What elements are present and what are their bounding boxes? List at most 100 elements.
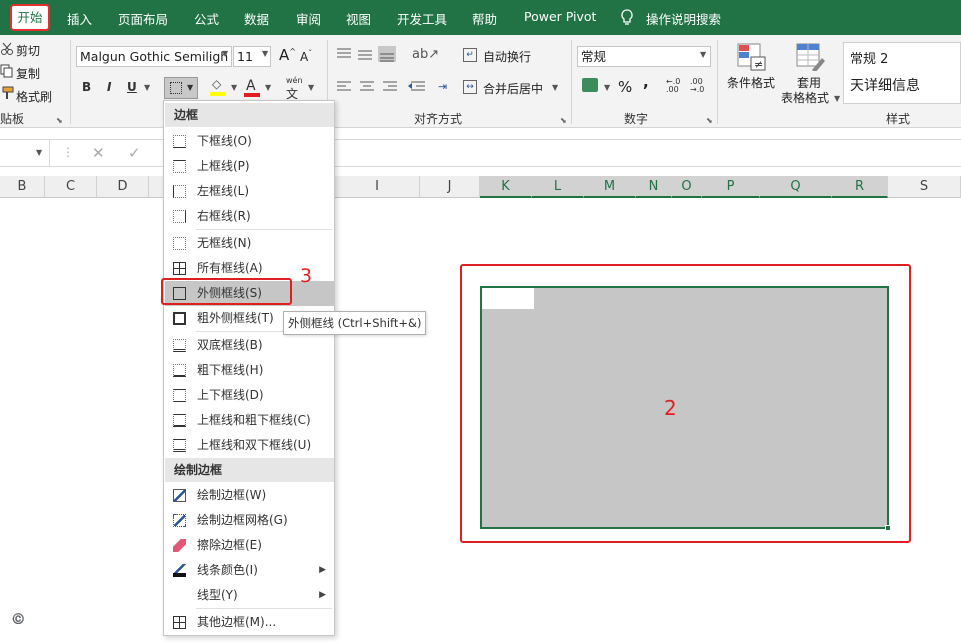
menu-item-right-border[interactable]: 右框线(R) bbox=[165, 204, 334, 229]
draw-border-grid-icon bbox=[173, 514, 186, 527]
menu-item-top-bottom[interactable]: 上下框线(D) bbox=[165, 383, 334, 408]
menu-item-top-thick-bottom[interactable]: 上框线和粗下框线(C) bbox=[165, 408, 334, 433]
number-launcher-icon[interactable]: ⬊ bbox=[706, 116, 713, 125]
column-header-selected[interactable]: N bbox=[636, 176, 672, 198]
comma-button[interactable]: , bbox=[643, 73, 649, 91]
clipboard-launcher-icon[interactable]: ⬊ bbox=[56, 116, 63, 125]
column-header-selected[interactable]: M bbox=[584, 176, 636, 198]
wrap-text-button[interactable]: 自动换行 bbox=[483, 48, 531, 65]
tab-power-pivot[interactable]: Power Pivot bbox=[524, 9, 596, 24]
format-painter-button[interactable]: 格式刷 bbox=[16, 88, 52, 105]
wrap-text-icon: ↵ bbox=[463, 48, 477, 62]
style-normal-2[interactable]: 常规 2 bbox=[850, 48, 888, 67]
active-cell[interactable] bbox=[482, 288, 534, 309]
column-header[interactable]: D bbox=[97, 176, 149, 198]
annotation-3: 3 bbox=[300, 265, 313, 287]
annotation-box-3 bbox=[161, 278, 292, 305]
menu-item-label: 绘制边框网格(G) bbox=[197, 513, 288, 527]
vertical-align-icons[interactable] bbox=[336, 46, 396, 62]
menu-item-label: 绘制边框(W) bbox=[197, 488, 267, 502]
conditional-format-icon: ≠ bbox=[737, 43, 766, 71]
alignment-launcher-icon[interactable]: ⬊ bbox=[560, 116, 567, 125]
copy-button[interactable]: 复制 bbox=[16, 65, 40, 82]
tab-search[interactable]: 操作说明搜索 bbox=[646, 9, 721, 28]
column-header-selected[interactable]: P bbox=[702, 176, 760, 198]
menu-item-no-border[interactable]: 无框线(N) bbox=[165, 231, 334, 256]
column-header[interactable]: J bbox=[420, 176, 480, 198]
tab-review[interactable]: 审阅 bbox=[296, 9, 321, 28]
menu-item-draw-border[interactable]: 绘制边框(W) bbox=[165, 483, 334, 508]
decrease-decimal-button[interactable]: .00 →.0 bbox=[690, 78, 712, 94]
menu-item-draw-border-grid[interactable]: 绘制边框网格(G) bbox=[165, 508, 334, 533]
menu-item-label: 线型(Y) bbox=[197, 588, 238, 602]
cancel-icon[interactable]: ✕ bbox=[92, 144, 105, 162]
tab-data[interactable]: 数据 bbox=[244, 9, 269, 28]
menu-item-thick-bottom[interactable]: 粗下框线(H) bbox=[165, 358, 334, 383]
menu-item-label: 上框线和粗下框线(C) bbox=[197, 413, 311, 427]
column-header[interactable]: I bbox=[335, 176, 420, 198]
menu-item-more-borders[interactable]: 其他边框(M)... bbox=[165, 610, 334, 635]
tab-view[interactable]: 视图 bbox=[346, 9, 371, 28]
fill-handle[interactable] bbox=[885, 525, 891, 531]
menu-item-top-border[interactable]: 上框线(P) bbox=[165, 154, 334, 179]
alignment-group-label: 对齐方式 bbox=[414, 112, 463, 126]
column-header-selected[interactable]: R bbox=[832, 176, 888, 198]
eraser-icon bbox=[173, 539, 186, 552]
font-color-button[interactable]: A bbox=[244, 76, 260, 97]
selected-range[interactable] bbox=[480, 286, 891, 531]
annotation-2: 2 bbox=[664, 396, 677, 420]
tab-developer[interactable]: 开发工具 bbox=[397, 9, 447, 28]
merge-center-button[interactable]: 合并后居中 bbox=[483, 80, 543, 97]
name-box[interactable]: ▼ bbox=[0, 140, 50, 166]
menu-item-bottom-border[interactable]: 下框线(O) bbox=[165, 129, 334, 154]
tab-help[interactable]: 帮助 bbox=[472, 9, 497, 28]
double-bottom-border-icon bbox=[173, 339, 186, 352]
menu-item-double-bottom[interactable]: 双底框线(B) bbox=[165, 333, 334, 358]
column-header[interactable]: C bbox=[45, 176, 97, 198]
conditional-format-button[interactable]: 条件格式 bbox=[727, 74, 775, 91]
percent-button[interactable]: % bbox=[618, 78, 632, 96]
currency-icon[interactable] bbox=[582, 78, 598, 92]
ribbon-tab-bar: 开始 插入 页面布局 公式 数据 审阅 视图 开发工具 帮助 Power Piv… bbox=[0, 0, 961, 35]
tab-insert[interactable]: 插入 bbox=[67, 9, 92, 28]
font-color-icon: A bbox=[246, 78, 256, 94]
indent-icon[interactable]: ⇥ bbox=[438, 80, 447, 93]
column-header-selected[interactable]: Q bbox=[760, 176, 832, 198]
increase-decimal-button[interactable]: ←.0 .00 bbox=[666, 78, 688, 94]
column-header[interactable]: B bbox=[0, 176, 45, 198]
horizontal-align-icons[interactable] bbox=[336, 80, 436, 94]
bold-button[interactable]: B bbox=[82, 80, 91, 94]
cell-styles-gallery[interactable]: 常规 2 天详细信息 bbox=[843, 42, 961, 104]
column-header-selected[interactable]: K bbox=[480, 176, 532, 198]
shrink-font-button[interactable]: Aˇ bbox=[300, 49, 312, 64]
style-details[interactable]: 天详细信息 bbox=[850, 75, 920, 95]
font-name-select[interactable]: Malgun Gothic Semiligh bbox=[76, 46, 232, 67]
font-name-value: Malgun Gothic Semiligh bbox=[80, 49, 229, 64]
orientation-icon[interactable]: ab↗ bbox=[412, 47, 439, 62]
column-header-selected[interactable]: O bbox=[672, 176, 702, 198]
menu-item-line-style[interactable]: 线型(Y) ▶ bbox=[165, 583, 334, 608]
menu-item-label: 下框线(O) bbox=[197, 134, 252, 148]
number-format-select[interactable]: 常规 bbox=[577, 46, 711, 67]
menu-item-top-double-bottom[interactable]: 上框线和双下框线(U) bbox=[165, 433, 334, 458]
menu-item-label: 上框线(P) bbox=[197, 159, 250, 173]
menu-item-line-color[interactable]: 线条颜色(I) ▶ bbox=[165, 558, 334, 583]
column-header-selected[interactable]: L bbox=[532, 176, 584, 198]
underline-button[interactable]: U bbox=[127, 80, 137, 94]
menu-item-erase-border[interactable]: 擦除边框(E) bbox=[165, 533, 334, 558]
border-button[interactable]: ▼ bbox=[164, 77, 198, 99]
chevron-down-icon: ▼ bbox=[187, 83, 194, 92]
column-header[interactable]: S bbox=[888, 176, 961, 198]
format-as-table-line2[interactable]: 表格格式 bbox=[781, 89, 829, 106]
menu-item-left-border[interactable]: 左框线(L) bbox=[165, 179, 334, 204]
grow-font-button[interactable]: A^ bbox=[279, 46, 296, 64]
enter-icon[interactable]: ✓ bbox=[128, 144, 141, 162]
tab-home[interactable]: 开始 bbox=[10, 4, 50, 31]
fill-color-icon[interactable]: ◇ bbox=[210, 77, 226, 96]
border-icon bbox=[170, 82, 182, 94]
cut-button[interactable]: 剪切 bbox=[16, 42, 40, 59]
italic-button[interactable]: I bbox=[107, 80, 111, 94]
phonetic-button[interactable]: wén 文 bbox=[286, 76, 303, 102]
tab-formulas[interactable]: 公式 bbox=[194, 9, 219, 28]
tab-page-layout[interactable]: 页面布局 bbox=[118, 9, 168, 28]
